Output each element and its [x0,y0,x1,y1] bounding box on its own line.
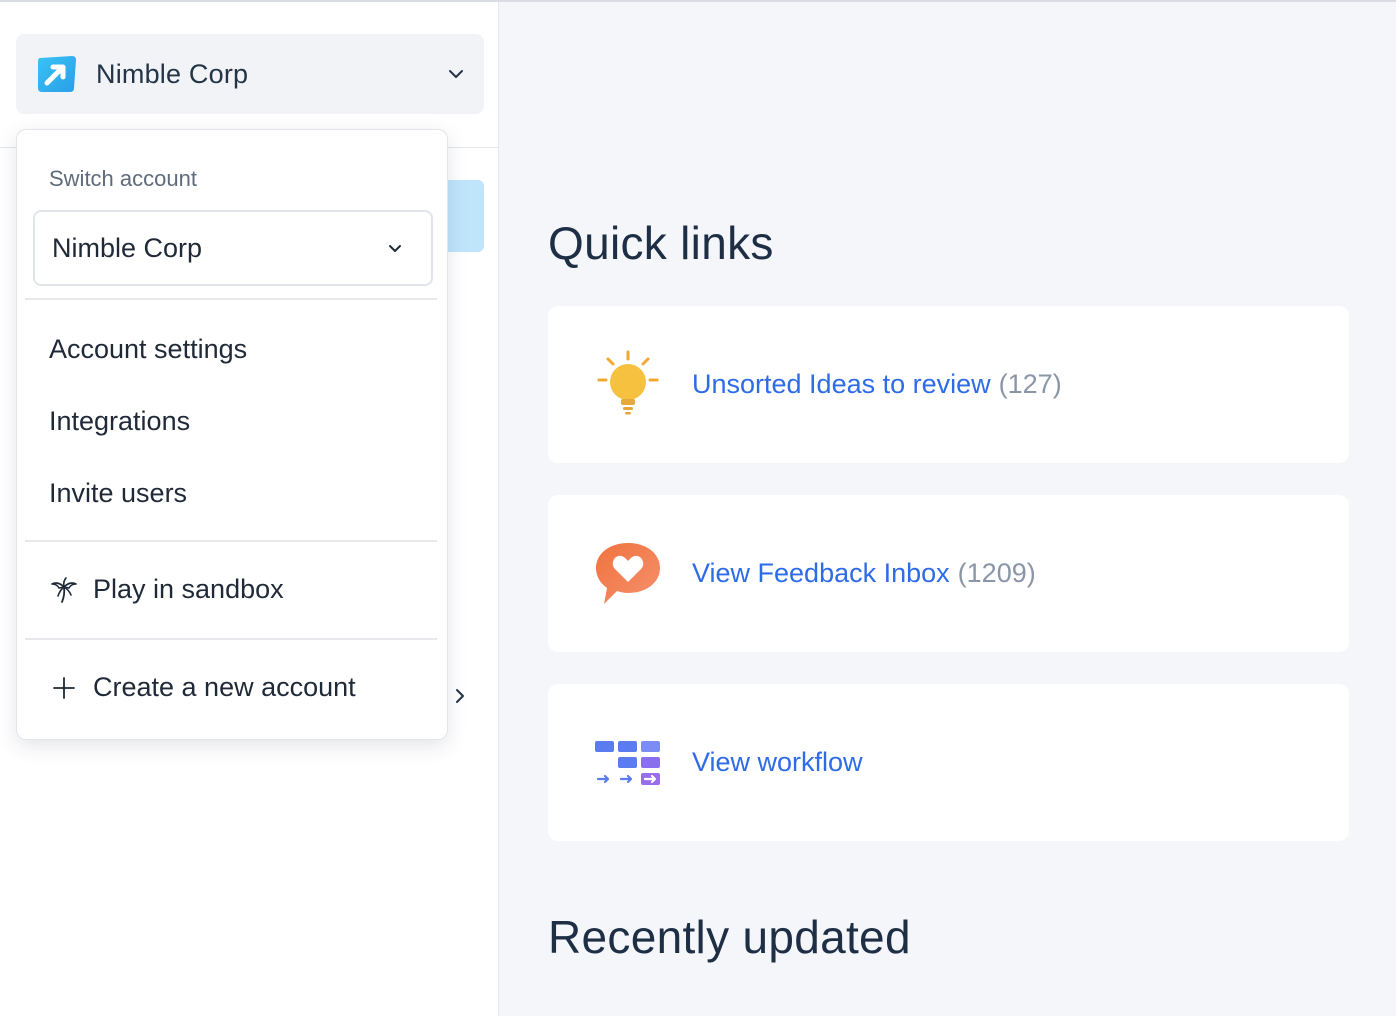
create-new-account-item[interactable]: Create a new account [49,672,356,703]
account-select-value: Nimble Corp [52,232,203,263]
switch-account-heading: Switch account [49,166,197,191]
invite-users-item[interactable]: Invite users [49,478,187,509]
workflow-icon [592,727,664,799]
palm-tree-icon [49,575,79,605]
quick-link-count: (1209) [957,558,1036,588]
account-name: Nimble Corp [96,58,249,89]
lightbulb-icon [592,349,664,421]
chevron-down-icon [389,245,401,252]
quick-link-feedback-inbox[interactable]: View Feedback Inbox (1209) [548,495,1349,652]
brand-logo-icon [38,56,76,92]
quick-link-label[interactable]: View Feedback Inbox [692,558,950,588]
play-in-sandbox-label: Play in sandbox [93,574,284,604]
integrations-item[interactable]: Integrations [49,406,190,437]
quick-link-workflow[interactable]: View workflow [548,684,1349,841]
recently-updated-title: Recently updated [548,911,911,963]
menu-divider [25,638,437,640]
heart-chat-icon [592,538,664,610]
chevron-down-icon [449,70,463,78]
account-select[interactable]: Nimble Corp [33,210,433,286]
quick-link-label[interactable]: View workflow [692,747,863,777]
account-dropdown-menu: Switch account Nimble Corp Account setti… [16,129,448,740]
menu-divider [25,298,437,300]
quick-link-count: (127) [998,369,1062,399]
main-content: Quick links Unsorted Ideas to review (127… [500,2,1396,1016]
quick-link-label[interactable]: Unsorted Ideas to review [692,369,991,399]
play-in-sandbox-item[interactable]: Play in sandbox [49,574,284,605]
chevron-right-icon[interactable] [450,686,470,706]
account-settings-item[interactable]: Account settings [49,334,247,365]
menu-divider [25,540,437,542]
quick-link-unsorted-ideas[interactable]: Unsorted Ideas to review (127) [548,306,1349,463]
account-switcher-button[interactable]: Nimble Corp [16,34,484,114]
quick-links-title: Quick links [548,217,774,269]
create-new-account-label: Create a new account [93,672,356,702]
plus-icon [49,673,79,703]
